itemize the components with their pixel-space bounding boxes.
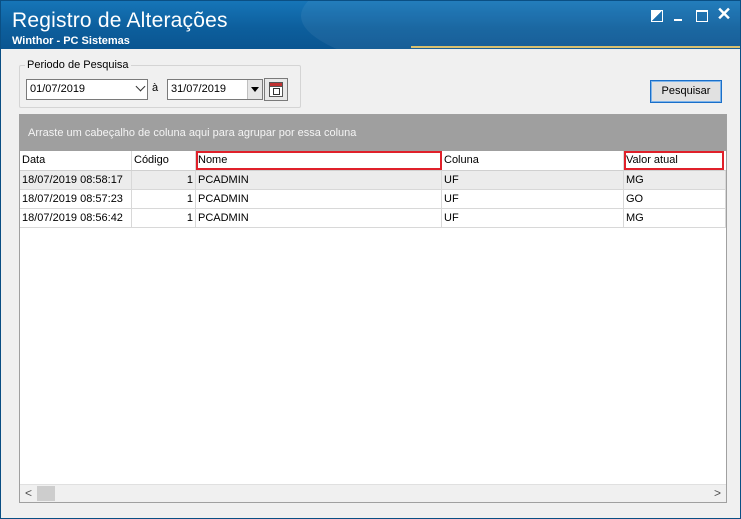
minimize-icon[interactable] (671, 7, 687, 23)
start-date-value: 01/07/2019 (30, 83, 86, 95)
cell-data[interactable]: 18/07/2019 08:56:42 (20, 209, 132, 227)
window-title: Registro de Alterações (12, 9, 228, 32)
cell-coluna[interactable]: UF (442, 209, 624, 227)
grid-header: Data Código Nome Coluna Valor atual (20, 151, 726, 171)
window-subtitle: Winthor - PC Sistemas (12, 35, 130, 47)
cell-codigo[interactable]: 1 (132, 190, 196, 208)
table-row[interactable]: 18/07/2019 08:57:23 1 PCADMIN UF GO (20, 190, 726, 209)
scroll-thumb[interactable] (37, 486, 55, 501)
cell-data[interactable]: 18/07/2019 08:57:23 (20, 190, 132, 208)
column-header-nome[interactable]: Nome (196, 151, 442, 170)
grid-rows: 18/07/2019 08:58:17 1 PCADMIN UF MG 18/0… (20, 171, 726, 228)
between-label: à (152, 82, 159, 94)
period-group-label: Periodo de Pesquisa (25, 59, 131, 71)
calendar-button[interactable] (264, 78, 288, 101)
end-date-value: 31/07/2019 (171, 83, 227, 95)
column-header-codigo[interactable]: Código (132, 151, 196, 170)
results-grid[interactable]: Arraste um cabeçalho de coluna aqui para… (19, 114, 727, 503)
table-row[interactable]: 18/07/2019 08:56:42 1 PCADMIN UF MG (20, 209, 726, 228)
cell-codigo[interactable]: 1 (132, 209, 196, 227)
cell-codigo[interactable]: 1 (132, 171, 196, 189)
title-bar-accent-line (411, 46, 740, 48)
chevron-down-icon[interactable] (135, 81, 146, 92)
column-header-valor-atual[interactable]: Valor atual (624, 151, 724, 170)
search-button[interactable]: Pesquisar (650, 80, 722, 103)
close-icon[interactable]: ✕ (716, 5, 732, 23)
cell-nome[interactable]: PCADMIN (196, 209, 442, 227)
maximize-icon[interactable] (694, 7, 710, 23)
window: Registro de Alterações Winthor - PC Sist… (0, 0, 741, 519)
table-row[interactable]: 18/07/2019 08:58:17 1 PCADMIN UF MG (20, 171, 726, 190)
title-bar[interactable]: Registro de Alterações Winthor - PC Sist… (1, 1, 740, 91)
cell-valor-atual[interactable]: GO (624, 190, 726, 208)
dropdown-arrow-icon[interactable] (247, 80, 262, 99)
scroll-left-icon[interactable]: < (20, 485, 37, 502)
cell-nome[interactable]: PCADMIN (196, 190, 442, 208)
cell-valor-atual[interactable]: MG (624, 171, 726, 189)
calendar-icon (269, 82, 283, 97)
group-by-hint: Arraste um cabeçalho de coluna aqui para… (28, 127, 357, 139)
column-header-coluna[interactable]: Coluna (442, 151, 624, 170)
start-date-combo[interactable]: 01/07/2019 (26, 79, 148, 100)
column-header-data[interactable]: Data (20, 151, 132, 170)
end-date-field[interactable]: 31/07/2019 (167, 79, 263, 100)
cell-nome[interactable]: PCADMIN (196, 171, 442, 189)
group-by-panel[interactable]: Arraste um cabeçalho de coluna aqui para… (20, 115, 726, 151)
scroll-right-icon[interactable]: > (709, 485, 726, 502)
restore-icon[interactable] (649, 7, 665, 23)
horizontal-scrollbar[interactable]: < > (20, 484, 726, 502)
cell-coluna[interactable]: UF (442, 190, 624, 208)
cell-data[interactable]: 18/07/2019 08:58:17 (20, 171, 132, 189)
cell-coluna[interactable]: UF (442, 171, 624, 189)
cell-valor-atual[interactable]: MG (624, 209, 726, 227)
